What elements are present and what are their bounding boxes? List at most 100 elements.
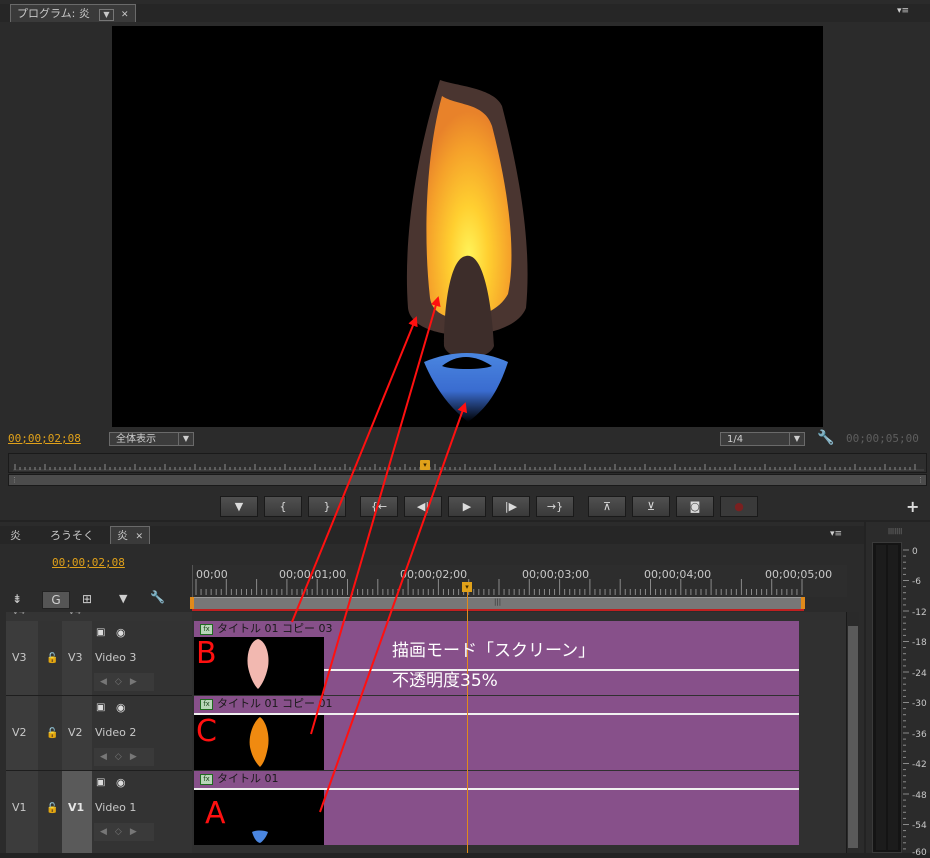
track-source-label: V2 xyxy=(12,726,27,739)
tab-label: 炎 xyxy=(10,529,21,542)
annotation-letter-b: B xyxy=(196,636,217,671)
work-area-grip[interactable]: ||| xyxy=(494,598,501,606)
go-to-out-button[interactable]: →} xyxy=(536,496,574,517)
tab-sequence-2[interactable]: ろうそく xyxy=(44,527,100,544)
add-marker-icon[interactable]: ▼ xyxy=(119,592,127,605)
nest-icon[interactable]: ⊞ xyxy=(82,592,92,606)
timeline-timecode-current[interactable]: 00;00;02;08 xyxy=(52,556,125,569)
db-label: -54 xyxy=(912,821,927,831)
step-forward-button[interactable]: |▶ xyxy=(492,496,530,517)
source-patch-v2[interactable]: V2 xyxy=(6,696,38,770)
track-name-v3: Video 3 xyxy=(95,651,137,664)
clip-v2[interactable]: fx タイトル 01 コピー 01 xyxy=(194,696,799,770)
work-area-red-line xyxy=(192,609,804,611)
fx-icon: fx xyxy=(200,623,213,635)
meter-channel-left xyxy=(876,545,886,850)
timeline-playhead-line xyxy=(467,592,468,853)
track-source-label: V3 xyxy=(12,651,27,664)
panel-menu-icon[interactable]: ▾≡ xyxy=(897,6,909,16)
work-area-end-handle[interactable] xyxy=(801,597,805,609)
track-source-label: V1 xyxy=(12,801,27,814)
flame-preview-image xyxy=(406,80,528,422)
close-icon[interactable]: ✕ xyxy=(136,532,144,542)
keyframe-nav-controls[interactable]: ◀◇▶ xyxy=(94,823,154,841)
program-timecode-duration: 00;00;05;00 xyxy=(846,432,919,445)
source-patch-v3[interactable]: V3 xyxy=(6,621,38,695)
eye-icon[interactable]: ◉ xyxy=(116,626,126,639)
track-target-label: V2 xyxy=(68,726,83,739)
db-label: -24 xyxy=(912,669,927,679)
chevron-down-icon: ▼ xyxy=(789,433,804,445)
mark-out-button[interactable]: } xyxy=(308,496,346,517)
db-label: -18 xyxy=(912,638,927,648)
add-marker-button[interactable]: ▼ xyxy=(220,496,258,517)
annotation-note-line2: 不透明度35% xyxy=(392,671,498,691)
ruler-label: 00;00;05;00 xyxy=(765,568,833,581)
db-label: -36 xyxy=(912,730,927,740)
db-label: -30 xyxy=(912,699,927,709)
tab-sequence-3[interactable]: 炎 ✕ xyxy=(110,526,151,544)
monitor-zoom-scrollbar[interactable]: ⋮ ⋮ xyxy=(8,474,927,486)
lock-icon[interactable]: 🔓 xyxy=(46,803,58,814)
zoom-level-dropdown[interactable]: 全体表示 ▼ xyxy=(109,432,194,446)
lift-button[interactable]: ⊼ xyxy=(588,496,626,517)
tab-label: 炎 xyxy=(117,529,128,542)
keyframe-nav-controls[interactable]: ◀◇▶ xyxy=(94,748,154,766)
track-target-label: V3 xyxy=(68,651,83,664)
extract-button[interactable]: ⊻ xyxy=(632,496,670,517)
program-timecode-current[interactable]: 00;00;02;08 xyxy=(8,432,81,445)
keyframe-nav-controls[interactable]: ◀◇▶ xyxy=(94,673,154,691)
video-display xyxy=(112,26,823,427)
track-target-label: V4 xyxy=(68,612,81,617)
scrollbar-grip-right[interactable]: ⋮ xyxy=(917,476,924,484)
db-label: -6 xyxy=(912,577,921,587)
db-label: -12 xyxy=(912,608,927,618)
wrench-icon[interactable]: 🔧 xyxy=(817,430,834,446)
timeline-settings-icon[interactable]: 🔧 xyxy=(150,590,165,604)
video-camera-icon[interactable]: ▣ xyxy=(96,627,105,638)
close-icon[interactable]: ✕ xyxy=(121,10,129,20)
playhead-marker-icon[interactable]: ▾ xyxy=(420,460,430,470)
target-patch-v3[interactable]: V3 xyxy=(62,621,92,695)
annotation-letter-a: A xyxy=(205,796,226,831)
eye-icon[interactable]: ◉ xyxy=(116,776,126,789)
program-tab-strip xyxy=(0,4,930,22)
ruler-label: 00;00;03;00 xyxy=(522,568,590,581)
timeline-playhead-marker[interactable]: ▾ xyxy=(462,582,472,592)
panel-menu-icon[interactable]: ▾≡ xyxy=(830,529,842,539)
ruler-label: 00;00;04;00 xyxy=(644,568,712,581)
clip-v1[interactable]: fx タイトル 01 xyxy=(194,771,799,845)
play-button[interactable]: ▶ xyxy=(448,496,486,517)
timeline-vertical-scrollbar[interactable] xyxy=(846,612,859,853)
ruler-label: 00;00;02;00 xyxy=(400,568,468,581)
track-name-v2: Video 2 xyxy=(95,726,137,739)
tab-sequence-1[interactable]: 炎 xyxy=(4,527,27,544)
chevron-down-icon[interactable]: ▼ xyxy=(99,9,114,21)
go-to-in-button[interactable]: {← xyxy=(360,496,398,517)
camera-icon[interactable]: ◙ xyxy=(676,496,714,517)
playback-resolution-dropdown[interactable]: 1/4 ▼ xyxy=(720,432,805,446)
record-button[interactable]: ● xyxy=(720,496,758,517)
lock-icon[interactable]: 🔓 xyxy=(46,653,58,664)
add-button-icon[interactable]: + xyxy=(906,497,919,516)
monitor-ruler-ticks xyxy=(13,464,924,471)
video-camera-icon[interactable]: ▣ xyxy=(96,777,105,788)
program-tab-label: プログラム: 炎 xyxy=(17,7,90,20)
linked-selection-icon[interactable]: G xyxy=(42,591,70,609)
target-patch-v1[interactable]: V1 xyxy=(62,771,92,853)
step-back-button[interactable]: ◀| xyxy=(404,496,442,517)
snap-icon[interactable]: ⇟ xyxy=(12,592,22,606)
monitor-time-ruler[interactable]: ▾ xyxy=(8,453,927,473)
target-patch-v2[interactable]: V2 xyxy=(62,696,92,770)
video-camera-icon[interactable]: ▣ xyxy=(96,702,105,713)
mark-in-button[interactable]: { xyxy=(264,496,302,517)
source-patch-v1[interactable]: V1 xyxy=(6,771,38,853)
clip-label-v3: タイトル 01 コピー 03 xyxy=(217,622,333,635)
work-area-start-handle[interactable] xyxy=(190,597,194,609)
lock-icon[interactable]: 🔓 xyxy=(46,728,58,739)
scrollbar-grip-left[interactable]: ⋮ xyxy=(11,476,18,484)
tab-program-monitor[interactable]: プログラム: 炎 ▼ ✕ xyxy=(10,4,136,22)
eye-icon[interactable]: ◉ xyxy=(116,701,126,714)
scrollbar-thumb[interactable] xyxy=(848,626,858,848)
audio-meter-grip[interactable]: ||||||| xyxy=(888,528,902,535)
